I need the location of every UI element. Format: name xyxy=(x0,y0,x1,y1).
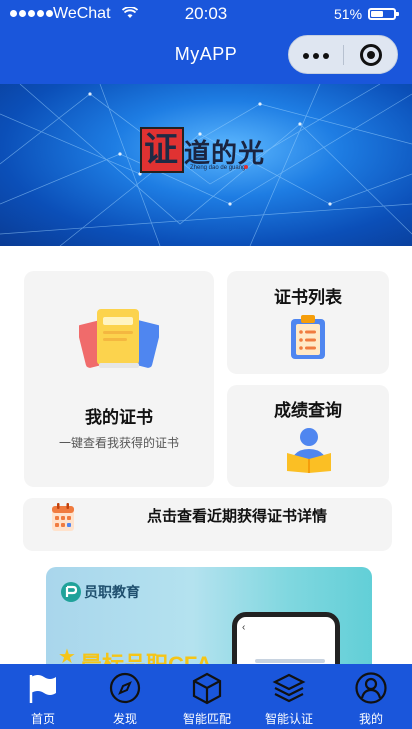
battery-icon xyxy=(368,8,399,20)
layers-icon xyxy=(272,673,306,703)
logo-dot xyxy=(244,165,248,169)
my-certificates-card[interactable]: 我的证书 一键查看我获得的证书 xyxy=(24,271,214,487)
logo-char: 证 xyxy=(144,131,178,169)
tab-discover[interactable]: 发现 xyxy=(84,664,166,729)
recent-certificates-banner[interactable]: 点击查看近期获得证书详情 xyxy=(23,498,392,551)
recent-certificates-label: 点击查看近期获得证书详情 xyxy=(147,508,328,525)
tab-label: 首页 xyxy=(30,712,55,726)
battery-percent: 51% xyxy=(334,6,363,22)
status-bar: WeChat 20:03 51% xyxy=(0,0,412,28)
miniprogram-capsule xyxy=(288,35,398,74)
certificate-list-card[interactable]: 证书列表 xyxy=(227,271,389,374)
score-query-title: 成绩查询 xyxy=(274,401,342,420)
calendar-icon xyxy=(52,503,74,531)
top-bar: WeChat 20:03 51% MyAPP xyxy=(0,0,412,84)
tab-label: 智能认证 xyxy=(264,712,313,726)
logo-mark: 证 xyxy=(140,127,184,173)
user-icon xyxy=(355,672,387,704)
promo-banner[interactable]: 员职教育 ★ 晨标品职CFA ‹ xyxy=(46,567,372,677)
reading-person-icon xyxy=(287,428,331,473)
certificate-list-title: 证书列表 xyxy=(274,288,342,307)
cube-icon xyxy=(192,672,222,705)
capsule-divider xyxy=(343,45,344,65)
logo-subtext: Zheng dao de guang xyxy=(190,165,246,171)
bottom-tab-bar: 首页 发现 智能匹配 智能认证 我的 xyxy=(0,664,412,729)
tab-label: 智能匹配 xyxy=(182,712,231,726)
certificate-book-icon xyxy=(79,309,159,368)
my-certificates-title: 我的证书 xyxy=(85,408,153,427)
clipboard-icon xyxy=(291,315,325,359)
close-miniprogram-icon[interactable] xyxy=(360,44,382,66)
tab-label: 我的 xyxy=(358,712,383,726)
tab-label: 发现 xyxy=(112,712,137,726)
brand-logo-icon xyxy=(61,582,81,602)
tab-smart-match[interactable]: 智能匹配 xyxy=(166,664,248,729)
my-certificates-subtitle: 一键查看我获得的证书 xyxy=(58,436,179,450)
tab-home[interactable]: 首页 xyxy=(2,664,84,729)
app-frame: WeChat 20:03 51% MyAPP 证 道的光 Zheng dao d… xyxy=(0,0,412,729)
more-icon[interactable] xyxy=(303,53,329,59)
score-query-card[interactable]: 成绩查询 xyxy=(227,385,389,487)
promo-phone-back-icon: ‹ xyxy=(242,622,246,633)
promo-phone-screen-line xyxy=(255,659,325,663)
promo-brand: 员职教育 xyxy=(84,584,140,600)
compass-icon xyxy=(109,672,141,704)
flag-icon xyxy=(29,675,56,703)
tab-smart-certify[interactable]: 智能认证 xyxy=(248,664,330,729)
tab-mine[interactable]: 我的 xyxy=(330,664,412,729)
